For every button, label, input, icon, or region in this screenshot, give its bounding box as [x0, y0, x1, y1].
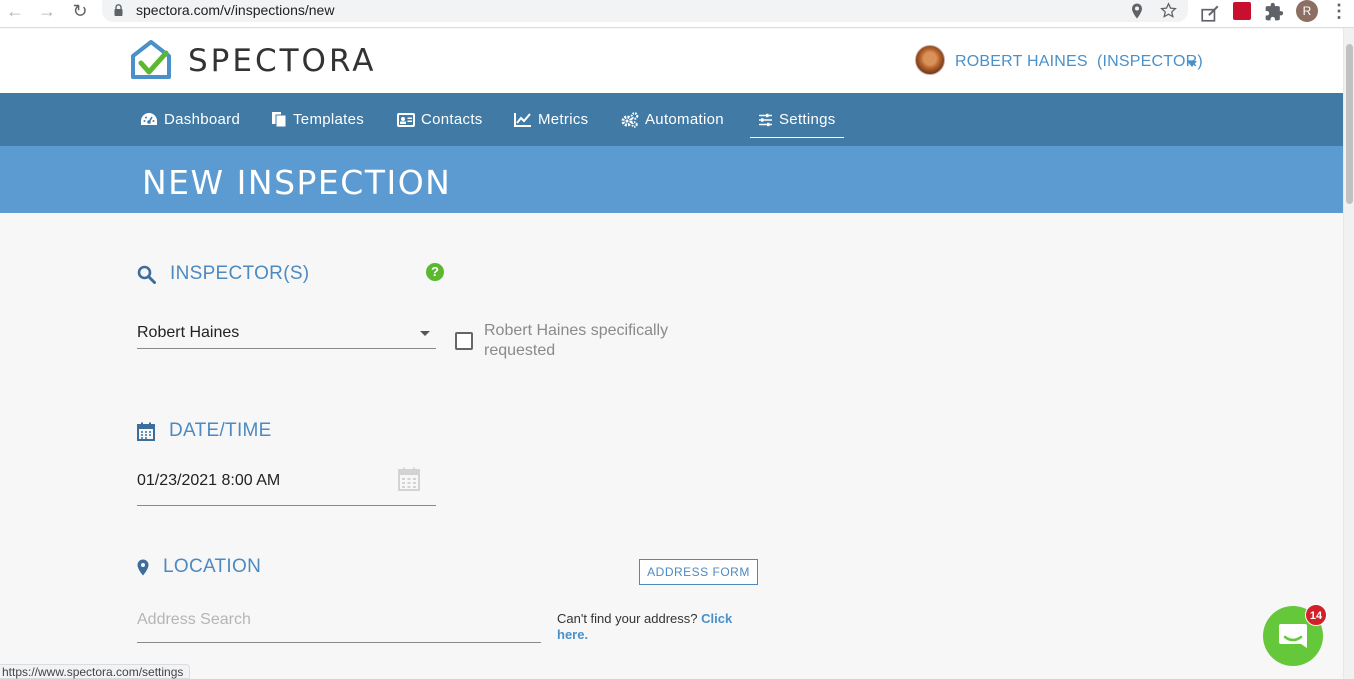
templates-icon [272, 112, 287, 128]
address-bar[interactable]: spectora.com/v/inspections/new [102, 0, 1188, 22]
logo-text[interactable]: SPECTORA [188, 43, 376, 79]
help-icon[interactable]: ? [426, 263, 444, 281]
scrollbar-thumb[interactable] [1346, 44, 1353, 204]
inspector-select[interactable]: Robert Haines [137, 318, 436, 349]
bookmark-star-icon[interactable] [1160, 2, 1177, 19]
user-avatar[interactable] [915, 45, 945, 75]
browser-menu-icon[interactable]: ⋮ [1328, 1, 1350, 23]
dropdown-caret-icon[interactable] [420, 331, 430, 336]
main-nav: Dashboard Templates Contacts Metrics Aut… [0, 93, 1343, 146]
cant-find-text: Can't find your address? [557, 611, 698, 626]
nav-item-templates[interactable]: Templates [271, 93, 364, 146]
datetime-value: 01/23/2021 8:00 AM [137, 472, 281, 489]
location-pin-icon [137, 559, 149, 575]
calendar-picker-icon[interactable] [398, 467, 420, 491]
page-title: NEW INSPECTION [142, 163, 452, 202]
chat-notification-badge: 14 [1305, 604, 1327, 626]
address-search-input[interactable] [137, 607, 537, 633]
browser-toolbar: ← → ↻ spectora.com/v/inspections/new R ⋮ [0, 0, 1354, 28]
calendar-icon [137, 422, 155, 441]
datetime-heading: DATE/TIME [137, 420, 272, 442]
address-form-button[interactable]: ADDRESS FORM [639, 559, 758, 585]
location-heading: LOCATION [137, 556, 261, 578]
location-heading-label: LOCATION [163, 556, 262, 577]
profile-avatar[interactable]: R [1296, 0, 1318, 22]
datetime-heading-label: DATE/TIME [169, 420, 272, 441]
location-pin-icon[interactable] [1131, 3, 1143, 19]
extension-edit-icon[interactable] [1200, 3, 1220, 23]
contacts-icon [397, 112, 415, 127]
nav-label-templates: Templates [293, 111, 365, 128]
nav-item-automation[interactable]: Automation [621, 93, 724, 146]
datetime-input[interactable]: 01/23/2021 8:00 AM [137, 463, 436, 506]
nav-label-dashboard: Dashboard [164, 111, 241, 128]
nav-item-settings[interactable]: Settings [750, 93, 844, 146]
nav-item-metrics[interactable]: Metrics [514, 93, 588, 146]
nav-label-metrics: Metrics [538, 111, 589, 128]
nav-item-dashboard[interactable]: Dashboard [140, 93, 240, 146]
page-scrollbar[interactable] [1343, 28, 1354, 679]
nav-label-contacts: Contacts [421, 111, 483, 128]
inspectors-heading: INSPECTOR(S) [137, 263, 309, 285]
pdf-extension-icon[interactable] [1233, 2, 1251, 20]
spectora-logo-icon[interactable] [128, 39, 174, 83]
page-banner: NEW INSPECTION [0, 146, 1343, 213]
specifically-requested-checkbox[interactable] [455, 332, 473, 350]
forward-icon[interactable]: → [36, 1, 58, 23]
nav-label-settings: Settings [779, 111, 836, 128]
inspector-select-value: Robert Haines [137, 324, 240, 341]
user-menu-label[interactable]: ROBERT HAINES (INSPECTOR) [955, 53, 1203, 71]
address-search-field[interactable] [137, 603, 541, 643]
settings-icon [759, 113, 772, 126]
inspectors-heading-label: INSPECTOR(S) [170, 263, 310, 284]
site-header: SPECTORA ROBERT HAINES (INSPECTOR) [0, 29, 1343, 93]
lock-icon [114, 4, 123, 16]
search-icon [137, 265, 156, 284]
address-url: spectora.com/v/inspections/new [136, 2, 335, 18]
status-bar-url: https://www.spectora.com/settings [0, 664, 191, 679]
dashboard-icon [141, 113, 157, 125]
nav-label-automation: Automation [645, 111, 724, 128]
specifically-requested-label[interactable]: Robert Haines specifically requested [484, 321, 714, 361]
chevron-down-icon[interactable] [1187, 61, 1197, 67]
back-icon[interactable]: ← [4, 1, 26, 23]
extensions-puzzle-icon[interactable] [1264, 2, 1284, 22]
automation-icon [621, 111, 639, 128]
metrics-icon [514, 113, 531, 127]
nav-item-contacts[interactable]: Contacts [397, 93, 483, 146]
reload-icon[interactable]: ↻ [69, 1, 91, 23]
cant-find-address: Can't find your address? Click here. [557, 611, 757, 643]
